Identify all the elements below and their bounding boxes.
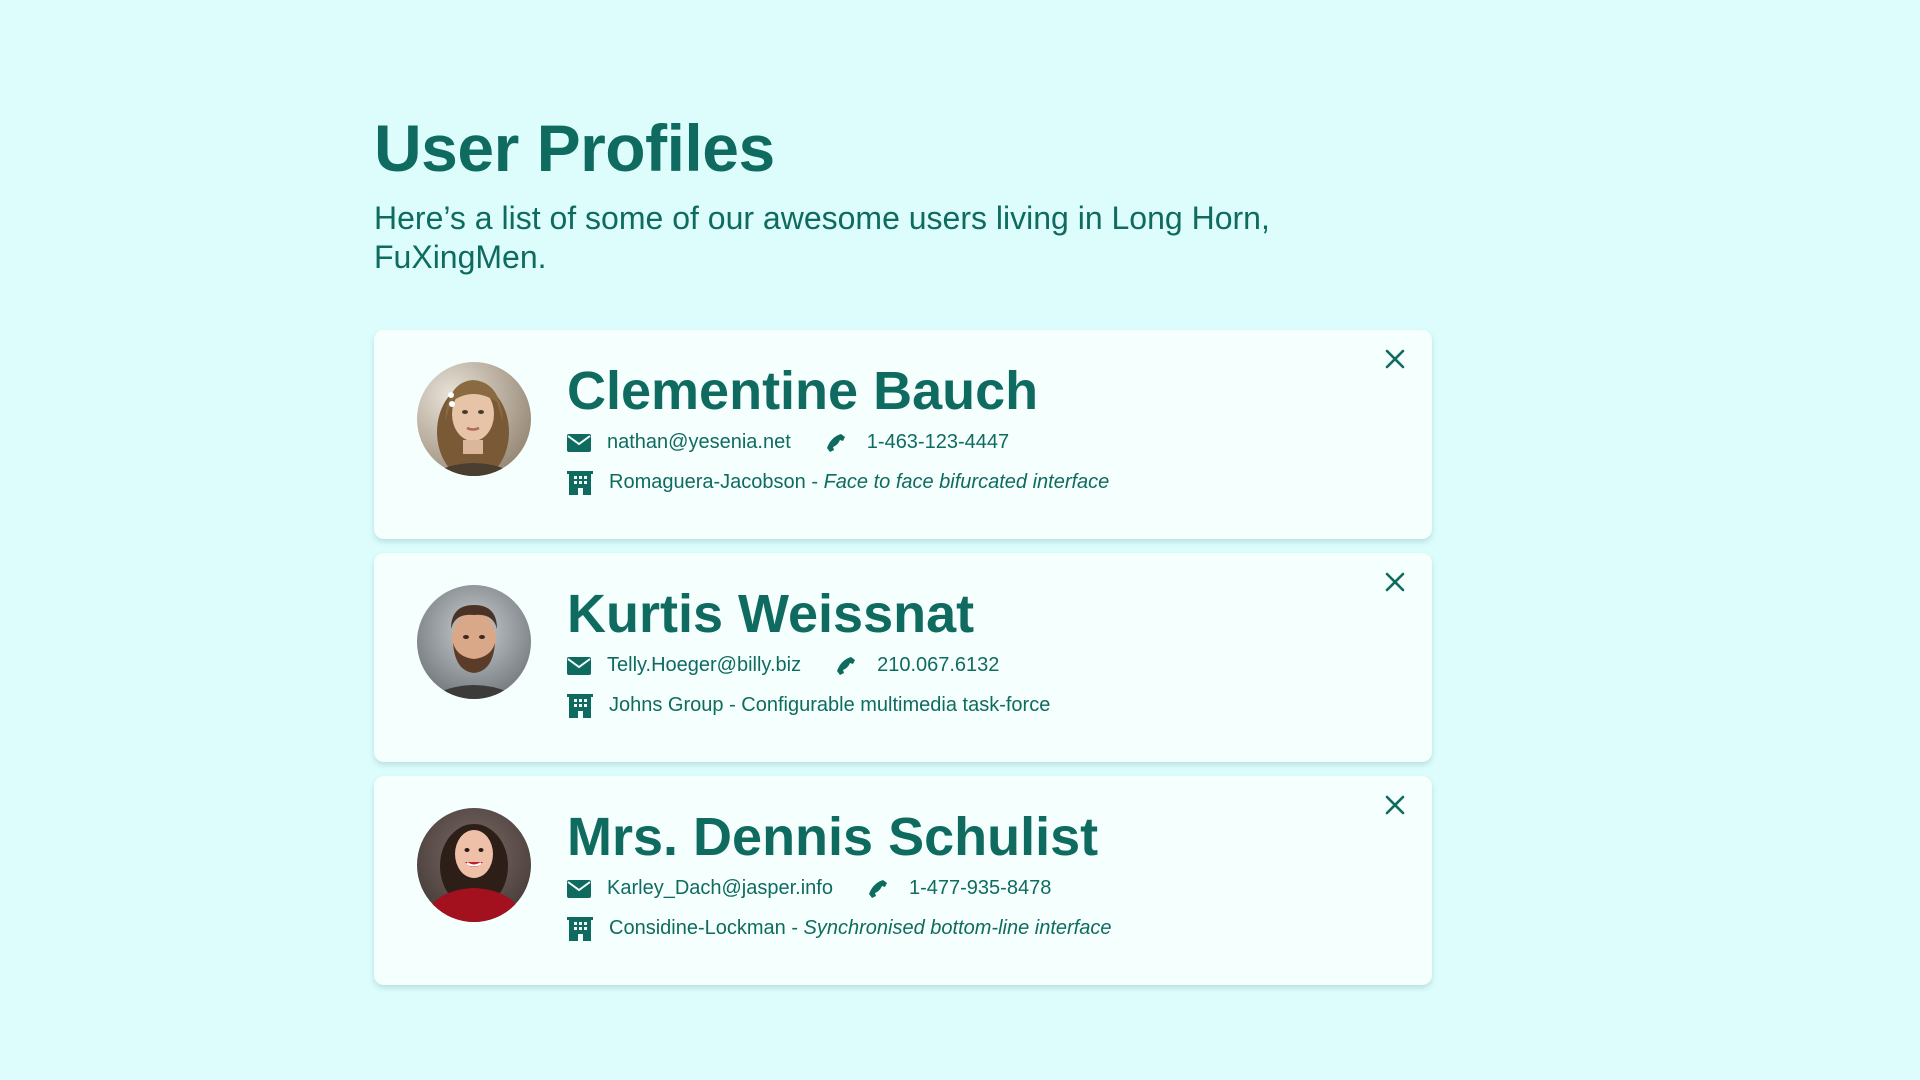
contact-row: Telly.Hoeger@billy.biz 210.067.6132 bbox=[567, 653, 1352, 679]
avatar bbox=[417, 361, 531, 476]
user-info: Kurtis Weissnat Telly.Hoeger@billy.biz 2… bbox=[567, 583, 1352, 719]
user-card-list: Clementine Bauch nathan@yesenia.net 1-46… bbox=[374, 329, 1432, 985]
building-icon bbox=[567, 693, 593, 718]
building-icon bbox=[567, 470, 593, 495]
phone-icon bbox=[825, 433, 847, 453]
phone-link[interactable]: 1-463-123-4447 bbox=[867, 431, 1009, 454]
company-name: Romaguera-Jacobson bbox=[609, 471, 806, 494]
company-row: Johns Group - Configurable multimedia ta… bbox=[567, 693, 1352, 719]
phone-icon bbox=[867, 879, 889, 899]
user-name: Mrs. Dennis Schulist bbox=[567, 806, 1099, 867]
company-catchphrase: Configurable multimedia task-force bbox=[741, 694, 1051, 717]
avatar-image bbox=[417, 807, 531, 922]
close-icon bbox=[1385, 795, 1405, 814]
email-link[interactable]: nathan@yesenia.net bbox=[607, 431, 791, 454]
company-name: Considine-Lockman bbox=[609, 917, 786, 940]
building-icon bbox=[567, 916, 593, 941]
close-button[interactable] bbox=[1380, 790, 1410, 820]
company-row: Considine-Lockman - Synchronised bottom-… bbox=[567, 916, 1352, 942]
main-container: User Profiles Here’s a list of some of o… bbox=[374, 112, 1432, 999]
envelope-icon bbox=[567, 433, 591, 452]
user-info: Clementine Bauch nathan@yesenia.net 1-46… bbox=[567, 360, 1352, 496]
close-icon bbox=[1385, 572, 1405, 591]
user-name: Kurtis Weissnat bbox=[567, 583, 975, 644]
phone-link[interactable]: 210.067.6132 bbox=[877, 654, 999, 677]
page-title: User Profiles bbox=[374, 111, 775, 185]
avatar bbox=[417, 584, 531, 699]
page-subtitle: Here’s a list of some of our awesome use… bbox=[374, 199, 1270, 275]
company-name: Johns Group bbox=[609, 694, 724, 717]
phone-icon bbox=[835, 656, 857, 676]
avatar bbox=[417, 807, 531, 922]
user-card: Mrs. Dennis Schulist Karley_Dach@jasper.… bbox=[374, 775, 1432, 985]
contact-row: Karley_Dach@jasper.info 1-477-935-8478 bbox=[567, 876, 1352, 902]
user-card: Kurtis Weissnat Telly.Hoeger@billy.biz 2… bbox=[374, 552, 1432, 762]
company-row: Romaguera-Jacobson - Face to face bifurc… bbox=[567, 470, 1352, 496]
contact-row: nathan@yesenia.net 1-463-123-4447 bbox=[567, 430, 1352, 456]
email-link[interactable]: Karley_Dach@jasper.info bbox=[607, 877, 833, 900]
avatar-image bbox=[417, 584, 531, 699]
close-button[interactable] bbox=[1380, 344, 1410, 374]
user-info: Mrs. Dennis Schulist Karley_Dach@jasper.… bbox=[567, 806, 1352, 942]
company-catchphrase: Synchronised bottom-line interface bbox=[803, 917, 1112, 940]
company-catchphrase: Face to face bifurcated interface bbox=[823, 471, 1110, 494]
avatar-image bbox=[417, 361, 531, 476]
close-icon bbox=[1385, 349, 1405, 368]
phone-link[interactable]: 1-477-935-8478 bbox=[909, 877, 1051, 900]
envelope-icon bbox=[567, 879, 591, 898]
envelope-icon bbox=[567, 656, 591, 675]
user-name: Clementine Bauch bbox=[567, 360, 1039, 421]
company-separator: - bbox=[805, 471, 824, 494]
user-card: Clementine Bauch nathan@yesenia.net 1-46… bbox=[374, 329, 1432, 539]
company-separator: - bbox=[723, 694, 742, 717]
company-separator: - bbox=[785, 917, 804, 940]
email-link[interactable]: Telly.Hoeger@billy.biz bbox=[607, 654, 801, 677]
close-button[interactable] bbox=[1380, 567, 1410, 597]
